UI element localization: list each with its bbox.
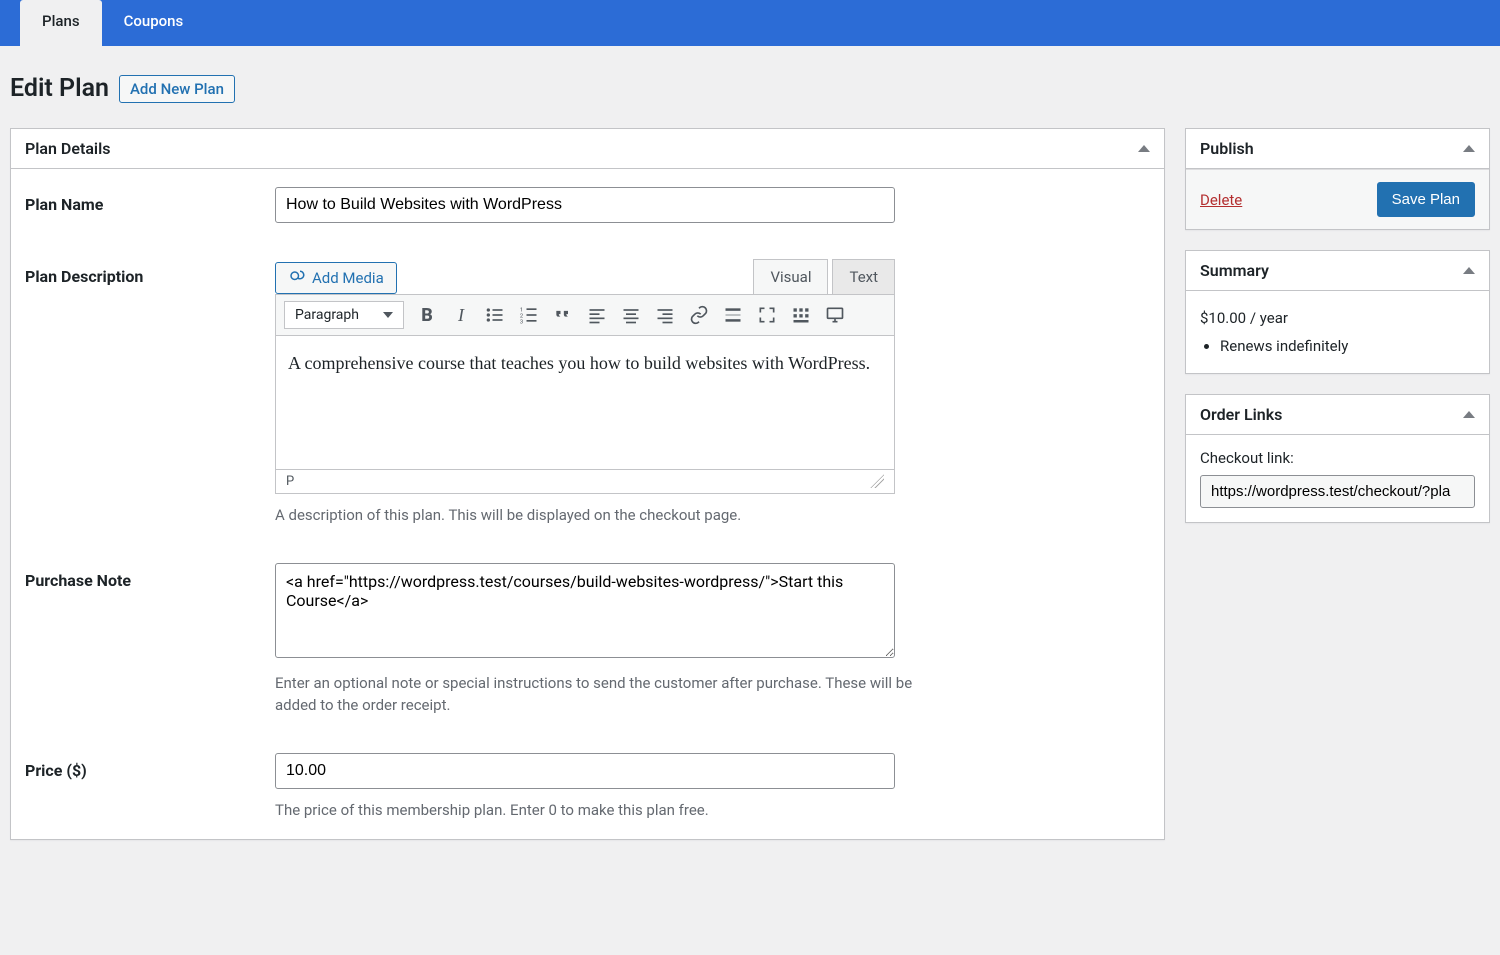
editor-tab-visual[interactable]: Visual — [753, 259, 828, 294]
summary-item: Renews indefinitely — [1220, 337, 1475, 355]
align-left-button[interactable] — [586, 304, 608, 326]
collapse-toggle-icon[interactable] — [1463, 145, 1475, 152]
price-help: The price of this membership plan. Enter… — [275, 799, 955, 822]
read-more-button[interactable] — [722, 304, 744, 326]
delete-link[interactable]: Delete — [1200, 191, 1242, 209]
format-dropdown[interactable]: Paragraph — [284, 301, 404, 329]
collapse-toggle-icon[interactable] — [1463, 267, 1475, 274]
plan-name-label: Plan Name — [25, 187, 275, 214]
editor-toolbar: Paragraph B I 123 — [275, 294, 895, 335]
quote-icon — [553, 305, 573, 325]
price-label: Price ($) — [25, 753, 275, 780]
plan-details-box: Plan Details Plan Name Plan Description — [10, 128, 1165, 840]
add-media-button[interactable]: Add Media — [275, 262, 397, 294]
description-editor[interactable]: A comprehensive course that teaches you … — [275, 335, 895, 470]
summary-box: Summary $10.00 / year Renews indefinitel… — [1185, 250, 1490, 374]
summary-title: Summary — [1200, 261, 1269, 280]
bullet-list-icon — [485, 305, 505, 325]
plan-description-label: Plan Description — [25, 259, 275, 286]
align-right-icon — [655, 305, 675, 325]
numbered-list-button[interactable]: 123 — [518, 304, 540, 326]
price-input[interactable] — [275, 753, 895, 789]
toolbar-toggle-button[interactable] — [790, 304, 812, 326]
tab-plans[interactable]: Plans — [20, 0, 102, 46]
collapse-toggle-icon[interactable] — [1138, 145, 1150, 152]
plan-name-input[interactable] — [275, 187, 895, 223]
purchase-note-label: Purchase Note — [25, 563, 275, 590]
align-center-icon — [621, 305, 641, 325]
fullscreen-icon — [757, 305, 777, 325]
media-icon — [288, 269, 306, 287]
bullet-list-button[interactable] — [484, 304, 506, 326]
summary-price: $10.00 / year — [1200, 305, 1475, 337]
desktop-icon — [825, 305, 845, 325]
add-new-plan-button[interactable]: Add New Plan — [119, 75, 235, 103]
distraction-free-button[interactable] — [824, 304, 846, 326]
checkout-link-input[interactable] — [1200, 475, 1475, 508]
format-dropdown-label: Paragraph — [295, 307, 359, 323]
page-heading: Edit Plan Add New Plan — [10, 56, 1490, 128]
italic-button[interactable]: I — [450, 304, 472, 326]
description-help: A description of this plan. This will be… — [275, 504, 895, 527]
link-icon — [689, 305, 709, 325]
editor-path: P — [286, 474, 294, 489]
checkout-link-label: Checkout link: — [1200, 449, 1475, 467]
align-right-button[interactable] — [654, 304, 676, 326]
add-media-label: Add Media — [312, 269, 384, 287]
publish-title: Publish — [1200, 139, 1254, 158]
svg-text:3: 3 — [520, 319, 523, 325]
blockquote-button[interactable] — [552, 304, 574, 326]
top-nav-tabs: Plans Coupons — [0, 0, 1500, 46]
collapse-toggle-icon[interactable] — [1463, 411, 1475, 418]
page-title: Edit Plan — [10, 74, 109, 103]
toolbar-toggle-icon — [791, 305, 811, 325]
numbered-list-icon: 123 — [519, 305, 539, 325]
fullscreen-button[interactable] — [756, 304, 778, 326]
align-center-button[interactable] — [620, 304, 642, 326]
editor-tab-text[interactable]: Text — [832, 259, 895, 294]
save-plan-button[interactable]: Save Plan — [1377, 182, 1475, 217]
order-links-box: Order Links Checkout link: — [1185, 394, 1490, 523]
purchase-note-textarea[interactable]: <a href="https://wordpress.test/courses/… — [275, 563, 895, 658]
link-button[interactable] — [688, 304, 710, 326]
read-more-icon — [723, 305, 743, 325]
resize-grip-icon[interactable] — [870, 474, 884, 488]
chevron-down-icon — [383, 312, 393, 318]
plan-details-title: Plan Details — [25, 139, 110, 158]
bold-button[interactable]: B — [416, 304, 438, 326]
purchase-note-help: Enter an optional note or special instru… — [275, 672, 955, 717]
tab-coupons[interactable]: Coupons — [102, 0, 206, 46]
align-left-icon — [587, 305, 607, 325]
publish-box: Publish Delete Save Plan — [1185, 128, 1490, 230]
order-links-title: Order Links — [1200, 405, 1282, 424]
